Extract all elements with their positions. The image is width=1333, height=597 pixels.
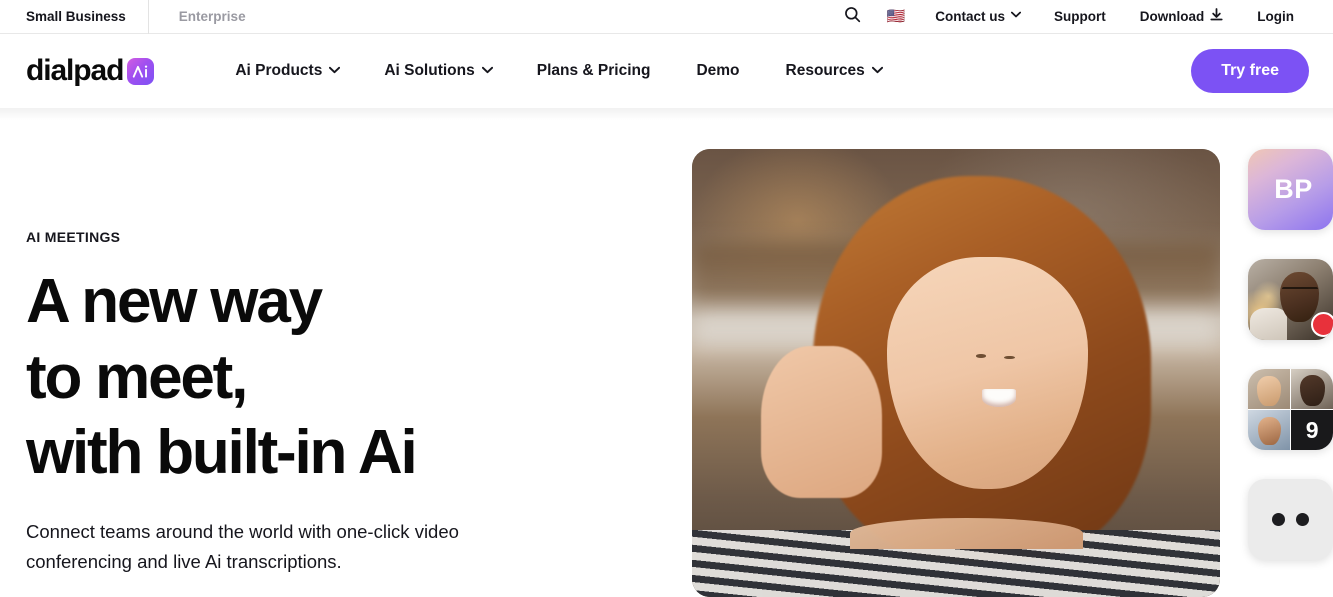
utility-item-login[interactable]: Login (1240, 9, 1311, 24)
hero-subtitle: Connect teams around the world with one-… (26, 520, 459, 572)
photo-subject-eye-right (1003, 355, 1015, 360)
grid-participant-1 (1248, 369, 1290, 409)
participant-shirt (1249, 307, 1288, 340)
photo-subject-hand (760, 346, 883, 499)
audience-tab-small-business[interactable]: Small Business (0, 0, 148, 34)
participant-initials-label: BP (1274, 174, 1313, 204)
download-icon (1210, 8, 1223, 25)
try-free-button[interactable]: Try free (1191, 49, 1309, 93)
participant-head (1280, 271, 1320, 323)
hero-section: AI MEETINGS A new way to meet, with buil… (0, 108, 1333, 597)
grid-participant-glyph: 9 (1305, 416, 1319, 443)
nav-item-plans-pricing[interactable]: Plans & Pricing (514, 62, 674, 80)
participant-tile-initials[interactable]: BP (1248, 149, 1333, 230)
hero-title-line-3: with built-in Ai (26, 418, 418, 488)
primary-nav: Ai Products Ai Solutions Plans & Pricing… (212, 62, 903, 80)
glasses-icon (1282, 286, 1318, 293)
grid-participant-4: 9 (1291, 410, 1333, 450)
nav-item-ai-solutions[interactable]: Ai Solutions (361, 62, 513, 80)
participant-tile-grid[interactable]: 9 (1248, 369, 1333, 450)
dialpad-logo[interactable]: dialpad (26, 54, 155, 87)
us-flag-icon: 🇺🇸 (886, 8, 906, 25)
photo-subject-smile (981, 389, 1016, 407)
nav-item-label: Demo (696, 62, 740, 79)
utility-item-support[interactable]: Support (1037, 9, 1123, 24)
locale-selector[interactable]: 🇺🇸 (874, 9, 919, 24)
nav-item-ai-products[interactable]: Ai Products (212, 62, 361, 80)
audience-tab-group: Small Business Enterprise (0, 0, 268, 34)
utility-bar: Small Business Enterprise 🇺🇸 Contact us (0, 0, 1333, 34)
participant-tile-person[interactable] (1248, 259, 1333, 340)
utility-item-contact-us[interactable]: Contact us (918, 9, 1037, 24)
hero-title-line-1: A new way (26, 267, 323, 336)
page-title: A new way to meet, with built-in Ai (26, 264, 566, 491)
search-icon (844, 6, 861, 28)
hero-video-image (692, 149, 1220, 597)
nav-item-resources[interactable]: Resources (763, 62, 904, 80)
chevron-down-icon (481, 66, 493, 75)
audience-tab-enterprise[interactable]: Enterprise (147, 0, 268, 34)
chevron-down-icon (329, 66, 341, 75)
utility-item-label: Contact us (935, 9, 1005, 24)
audience-tab-label: Enterprise (178, 8, 246, 24)
grid-participant-2 (1291, 369, 1333, 409)
nav-item-demo[interactable]: Demo (673, 62, 762, 80)
search-button[interactable] (831, 6, 874, 28)
nav-item-label: Ai Solutions (384, 62, 475, 79)
utility-item-download[interactable]: Download (1123, 8, 1241, 25)
utility-item-label: Download (1139, 9, 1205, 24)
utility-item-label: Login (1257, 9, 1294, 24)
hero-eyebrow: AI MEETINGS (26, 229, 121, 245)
participant-tile-more[interactable] (1248, 479, 1333, 560)
grid-participant-3 (1248, 410, 1290, 450)
audience-tab-label: Small Business (26, 8, 126, 24)
chevron-down-icon (871, 66, 883, 75)
utility-item-label: Support (1054, 9, 1106, 24)
photo-subject-shirt (692, 517, 1220, 597)
more-dot-2 (1296, 513, 1309, 526)
photo-subject-eye-left (975, 354, 987, 359)
utility-nav: 🇺🇸 Contact us Support Download Login (831, 6, 1333, 28)
nav-item-label: Ai Products (235, 62, 323, 79)
main-header: dialpad Ai Products Ai Solutions Plans &… (0, 34, 1333, 108)
participant-thumbnail-strip: BP 9 (1248, 149, 1333, 560)
hero-photo-backdrop (692, 149, 1220, 597)
nav-item-label: Plans & Pricing (536, 62, 651, 79)
recording-badge (1311, 312, 1333, 337)
nav-item-label: Resources (785, 62, 865, 79)
logo-wordmark: dialpad (26, 54, 124, 87)
hero-title-line-2: to meet, (26, 342, 248, 412)
hero-copy: AI MEETINGS A new way to meet, with buil… (26, 229, 566, 577)
chevron-down-icon (1011, 11, 1021, 20)
more-dot-1 (1272, 513, 1285, 526)
dialpad-ai-badge-icon (127, 57, 155, 85)
